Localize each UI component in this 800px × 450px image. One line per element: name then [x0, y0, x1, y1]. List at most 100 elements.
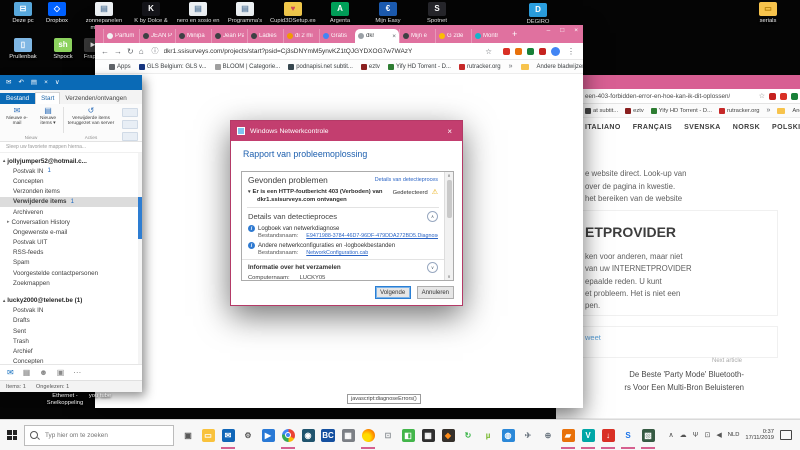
quick-access-icon[interactable]: ▤	[31, 75, 37, 90]
folder-item[interactable]: Concepten	[0, 357, 142, 364]
taskbar-clock[interactable]: 0:37 17/11/2019	[745, 429, 774, 442]
usb-device-icon[interactable]: Ψ	[693, 432, 699, 439]
article-link[interactable]: weet	[585, 333, 601, 342]
new-email-button[interactable]: ✉ Nieuwe e-mail	[2, 106, 32, 126]
tab-parfum[interactable]: Parfum	[103, 29, 139, 43]
cancel-button[interactable]: Annuleren	[417, 286, 454, 299]
mail-module-icon[interactable]: ✉	[7, 365, 14, 380]
tab-gratis[interactable]: Gratis	[319, 29, 355, 43]
profile-avatar[interactable]	[551, 47, 560, 56]
bookmark-item[interactable]: Yify HD Torrent - D...	[388, 64, 451, 70]
language-nav-item[interactable]: NORSK	[733, 124, 760, 131]
dropbox-icon[interactable]: ◇ Dropbox	[34, 2, 80, 25]
start-button[interactable]	[0, 420, 24, 450]
extension-icon[interactable]	[780, 93, 787, 100]
bookmark-item[interactable]: Yify HD Torrent - D...	[651, 108, 712, 114]
settings-gear-icon[interactable]: ⚙	[238, 420, 258, 450]
bookmarks-overflow-icon[interactable]: »	[509, 63, 513, 70]
reload-icon[interactable]: ↻	[127, 47, 134, 56]
folder-item[interactable]: ▴ jollyjumper52@hotmail.c...	[0, 156, 142, 166]
other-bookmarks-folder-icon[interactable]	[777, 108, 785, 114]
nero-app-icon[interactable]: ◆	[438, 420, 458, 450]
speaker-icon[interactable]: ◀	[716, 431, 721, 439]
quick-access-icon[interactable]: ×	[44, 75, 48, 90]
forward-icon[interactable]: →	[114, 47, 122, 56]
close-icon[interactable]: ×	[443, 127, 456, 136]
folder-item[interactable]: ▴ lucky2000@telenet.be (1)	[0, 295, 142, 305]
tab-bestand[interactable]: Bestand	[0, 93, 35, 104]
tab-close-icon[interactable]: ×	[392, 33, 396, 40]
other-bookmarks-label[interactable]: Andere bladwijzers	[537, 64, 583, 70]
details-link[interactable]: Details van detectieproces	[375, 177, 438, 183]
quick-access-icon[interactable]: ↶	[18, 75, 23, 90]
restore-deleted-items-button[interactable]: ↺ Verwijderde items teruggezet van serve…	[66, 106, 116, 126]
minimize-icon[interactable]: –	[547, 27, 551, 34]
folder-scrollbar[interactable]	[138, 153, 142, 364]
desktop-icon-youtube[interactable]: you tube	[80, 393, 120, 400]
pc-plus-app-icon[interactable]: ⊕	[538, 420, 558, 450]
onedrive-cloud-icon[interactable]: ☁	[680, 431, 687, 439]
quick-access-icon[interactable]: ∨	[55, 75, 60, 90]
folder-item[interactable]: Postvak UIT	[0, 238, 142, 248]
firefox-icon[interactable]	[358, 420, 378, 450]
bookmark-star-icon[interactable]: ☆	[759, 92, 765, 100]
outlook-icon[interactable]: ✉	[218, 420, 238, 450]
scroll-up-icon[interactable]: ∧	[447, 173, 450, 178]
close-icon[interactable]: ×	[574, 27, 578, 34]
bookmark-item[interactable]: podnapisi.net subtit...	[288, 64, 353, 70]
language-nav-item[interactable]: ITALIANO	[585, 124, 621, 131]
tab-di-2-mi[interactable]: di 2 mi	[283, 29, 319, 43]
home-icon[interactable]: ⌂	[139, 47, 144, 56]
browser-menu-icon[interactable]: ⋮	[567, 47, 575, 56]
airplane-app-icon[interactable]: ✈	[518, 420, 538, 450]
tab-verzenden-ontvangen[interactable]: Verzenden/ontvangen	[60, 93, 131, 104]
maximize-icon[interactable]: □	[560, 27, 564, 34]
tab-mijn-e[interactable]: Mijn e	[399, 29, 435, 43]
folder-item[interactable]: Postvak IN	[0, 306, 142, 316]
tab-jean-p[interactable]: JEAN P	[139, 29, 175, 43]
bookmark-item[interactable]: rutracker.org	[719, 108, 760, 114]
search-input[interactable]	[43, 431, 167, 440]
photos-app-icon[interactable]: ▧	[638, 420, 658, 450]
folder-scrollbar-thumb[interactable]	[138, 197, 142, 239]
bookmark-item[interactable]: GLS Belgium: GLS v...	[139, 64, 207, 70]
compass-browser-icon[interactable]: ◉	[298, 420, 318, 450]
folder-item[interactable]: Ongewenste e-mail	[0, 227, 142, 237]
language-nav-item[interactable]: SVENSKA	[684, 124, 721, 131]
task-view-icon[interactable]: ▣	[178, 420, 198, 450]
expand-arrow-icon[interactable]: ▴	[3, 298, 5, 304]
tab-g-2de[interactable]: G 2de	[435, 29, 471, 43]
bookmark-item[interactable]: BLOOM | Categorie...	[215, 64, 281, 70]
taskbar-search[interactable]	[24, 425, 174, 446]
folder-item[interactable]: Trash	[0, 336, 142, 346]
folder-item[interactable]: Voorgestelde contactpersonen	[0, 268, 142, 278]
extension-icon[interactable]	[515, 48, 522, 55]
calendar-module-icon[interactable]: ▦	[23, 365, 31, 380]
collapse-section-button[interactable]: ∧	[427, 211, 438, 222]
language-indicator[interactable]: NLD	[728, 432, 740, 438]
folder-item[interactable]: Drafts	[0, 316, 142, 326]
hidden-icons-chevron[interactable]: ∧	[669, 431, 674, 439]
bookmark-item[interactable]: at subtit...	[585, 108, 618, 114]
more-modules-icon[interactable]: ⋯	[73, 365, 81, 380]
quick-access-icon[interactable]: ✉	[6, 75, 11, 90]
language-nav-item[interactable]: POLSKI	[772, 124, 800, 131]
bookmark-item[interactable]: eztv	[361, 64, 380, 70]
folder-item[interactable]: Zoekmappen	[0, 278, 142, 288]
next-button[interactable]: Volgende	[375, 286, 411, 299]
bc-app-icon[interactable]: BC	[318, 420, 338, 450]
tab-dkr-active[interactable]: dkr ×	[355, 29, 399, 43]
folder-item[interactable]: Sent	[0, 326, 142, 336]
bookmark-star-icon[interactable]: ☆	[485, 47, 492, 56]
extension-icon[interactable]	[539, 48, 546, 55]
app-tile-icon[interactable]: ▦	[338, 420, 358, 450]
cupid-setup-icon[interactable]: ♥ Cupid3DSetup.exe	[270, 2, 316, 25]
utorrent-icon[interactable]: µ	[478, 420, 498, 450]
page-info-icon[interactable]: ⓘ	[152, 46, 159, 56]
legacy-pc-icon[interactable]: ⊡	[378, 420, 398, 450]
scroll-down-icon[interactable]: ∨	[447, 274, 450, 279]
s-logo-app-icon[interactable]: S	[618, 420, 638, 450]
other-bookmarks-folder-icon[interactable]	[521, 64, 529, 70]
expand-arrow-icon[interactable]: ▴	[3, 158, 5, 164]
background-tab-bar[interactable]	[556, 75, 800, 89]
